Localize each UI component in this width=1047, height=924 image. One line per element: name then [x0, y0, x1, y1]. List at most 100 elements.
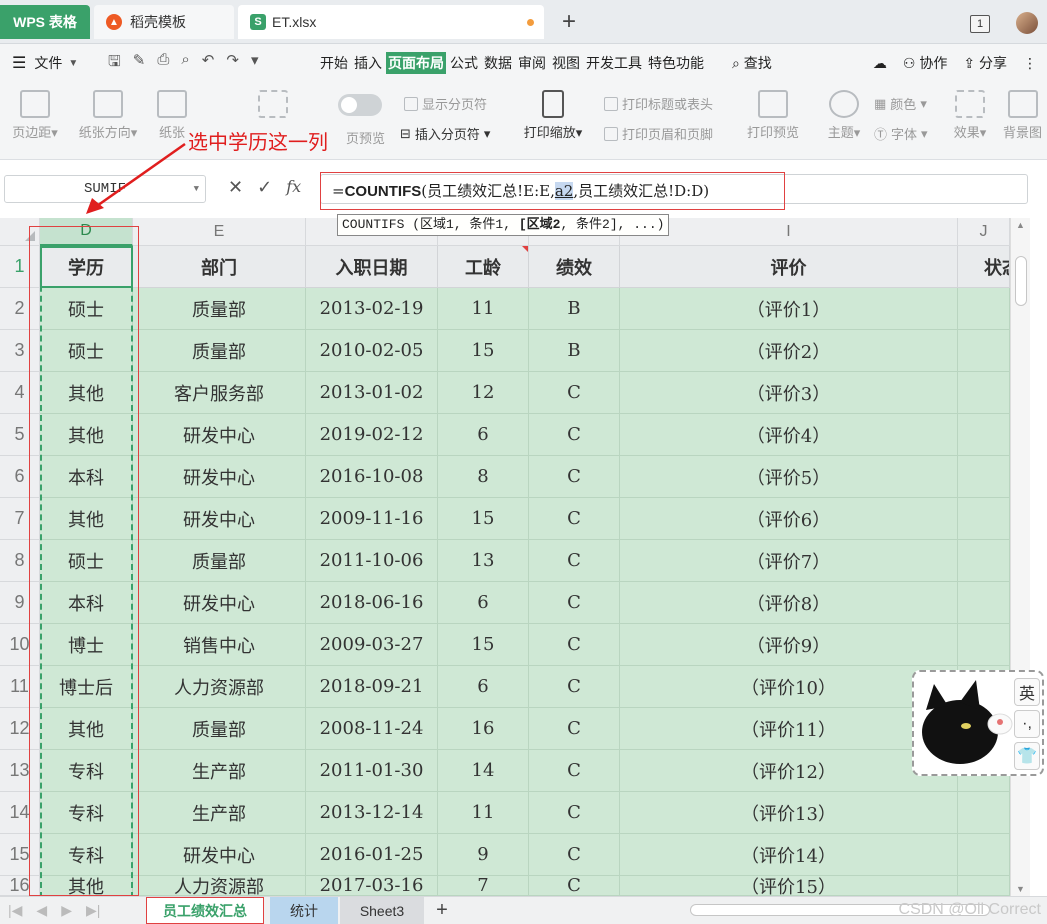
- row-header[interactable]: 4: [0, 372, 40, 414]
- table-cell[interactable]: 硕士: [40, 540, 133, 582]
- row-header[interactable]: 8: [0, 540, 40, 582]
- chevron-down-icon[interactable]: ▼: [194, 184, 199, 194]
- table-cell[interactable]: 专科: [40, 834, 133, 876]
- header-cell[interactable]: 绩效: [529, 246, 620, 288]
- table-cell[interactable]: C: [529, 624, 620, 666]
- table-cell[interactable]: （评价10）: [620, 666, 958, 708]
- table-cell[interactable]: C: [529, 876, 620, 896]
- table-cell[interactable]: （评价14）: [620, 834, 958, 876]
- table-cell[interactable]: C: [529, 372, 620, 414]
- more-icon[interactable]: ⋮: [1023, 55, 1037, 72]
- print-titles-button[interactable]: 打印标题或表头: [604, 94, 713, 113]
- table-cell[interactable]: [958, 330, 1010, 372]
- table-cell[interactable]: C: [529, 708, 620, 750]
- show-page-breaks-checkbox[interactable]: 显示分页符: [404, 94, 487, 113]
- table-cell[interactable]: 研发中心: [133, 456, 306, 498]
- table-cell[interactable]: （评价8）: [620, 582, 958, 624]
- window-count-badge[interactable]: 1: [970, 15, 990, 33]
- table-cell[interactable]: 研发中心: [133, 414, 306, 456]
- table-cell[interactable]: 14: [438, 750, 529, 792]
- table-cell[interactable]: 15: [438, 330, 529, 372]
- table-cell[interactable]: C: [529, 834, 620, 876]
- customize-chevron-icon[interactable]: ▾: [251, 51, 259, 76]
- table-cell[interactable]: C: [529, 540, 620, 582]
- table-cell[interactable]: 本科: [40, 582, 133, 624]
- table-cell[interactable]: 2009-11-16: [306, 498, 438, 540]
- colors-button[interactable]: ▦ 颜色 ▾: [874, 94, 927, 113]
- table-cell[interactable]: [958, 456, 1010, 498]
- tab-data[interactable]: 数据: [482, 52, 514, 74]
- table-cell[interactable]: [958, 498, 1010, 540]
- row-header[interactable]: 6: [0, 456, 40, 498]
- tab-review[interactable]: 审阅: [516, 52, 548, 74]
- table-cell[interactable]: 15: [438, 498, 529, 540]
- table-cell[interactable]: 2011-10-06: [306, 540, 438, 582]
- table-cell[interactable]: [958, 288, 1010, 330]
- row-header[interactable]: 3: [0, 330, 40, 372]
- table-cell[interactable]: [958, 540, 1010, 582]
- table-cell[interactable]: 2013-12-14: [306, 792, 438, 834]
- table-cell[interactable]: C: [529, 582, 620, 624]
- table-cell[interactable]: 8: [438, 456, 529, 498]
- cancel-icon[interactable]: ✕: [228, 177, 243, 198]
- table-cell[interactable]: [958, 876, 1010, 896]
- table-cell[interactable]: （评价12）: [620, 750, 958, 792]
- tab-developer[interactable]: 开发工具: [584, 52, 644, 74]
- insert-function-icon[interactable]: fx: [286, 177, 301, 198]
- sheet-tab-stats[interactable]: 统计: [270, 897, 338, 924]
- insert-page-break-button[interactable]: ⊟ 插入分页符 ▾: [400, 124, 490, 143]
- header-cell[interactable]: 部门: [133, 246, 306, 288]
- tab-file[interactable]: S ET.xlsx: [238, 5, 544, 39]
- confirm-icon[interactable]: ✓: [257, 177, 272, 198]
- tab-templates[interactable]: ▲ 稻壳模板: [94, 5, 234, 39]
- table-cell[interactable]: 销售中心: [133, 624, 306, 666]
- table-cell[interactable]: 质量部: [133, 330, 306, 372]
- table-cell[interactable]: 11: [438, 792, 529, 834]
- prev-sheet-icon[interactable]: ◀: [36, 902, 47, 919]
- table-cell[interactable]: 研发中心: [133, 498, 306, 540]
- effects-button[interactable]: 效果▾: [948, 90, 992, 141]
- table-cell[interactable]: [958, 414, 1010, 456]
- avatar[interactable]: [1016, 12, 1038, 34]
- print-header-footer-button[interactable]: 打印页眉和页脚: [604, 124, 713, 143]
- table-cell[interactable]: [958, 582, 1010, 624]
- theme-button[interactable]: 主题▾: [822, 90, 866, 141]
- table-cell[interactable]: 生产部: [133, 792, 306, 834]
- header-cell[interactable]: 评价: [620, 246, 958, 288]
- print-scale-button[interactable]: 打印缩放▾: [518, 90, 588, 141]
- sheet-tab-summary[interactable]: 员工绩效汇总: [146, 897, 264, 924]
- collab-button[interactable]: ⚇ 协作: [903, 53, 947, 73]
- table-cell[interactable]: （评价9）: [620, 624, 958, 666]
- scroll-up-icon[interactable]: ▲: [1016, 220, 1025, 230]
- table-cell[interactable]: （评价3）: [620, 372, 958, 414]
- margins-button[interactable]: 页边距▾: [6, 90, 64, 141]
- next-sheet-icon[interactable]: ▶: [61, 902, 72, 919]
- table-cell[interactable]: [958, 372, 1010, 414]
- table-cell[interactable]: 2016-10-08: [306, 456, 438, 498]
- print-preview-button[interactable]: 打印预览: [742, 90, 804, 141]
- add-sheet-button[interactable]: +: [430, 897, 454, 924]
- table-cell[interactable]: 其他: [40, 708, 133, 750]
- row-header[interactable]: 10: [0, 624, 40, 666]
- table-cell[interactable]: （评价6）: [620, 498, 958, 540]
- table-cell[interactable]: C: [529, 750, 620, 792]
- redo-icon[interactable]: ↷: [226, 51, 239, 76]
- print-area-button[interactable]: [256, 90, 290, 122]
- table-cell[interactable]: 硕士: [40, 288, 133, 330]
- table-cell[interactable]: [958, 792, 1010, 834]
- share-button[interactable]: ⇪ 分享: [963, 53, 1007, 73]
- header-cell[interactable]: 工龄: [438, 246, 529, 288]
- save-icon[interactable]: 🖫: [108, 51, 121, 76]
- column-header[interactable]: D: [40, 218, 133, 246]
- row-header[interactable]: 16: [0, 875, 40, 896]
- table-cell[interactable]: 质量部: [133, 708, 306, 750]
- table-cell[interactable]: 博士: [40, 624, 133, 666]
- page-preview-toggle[interactable]: [338, 94, 382, 116]
- scroll-down-icon[interactable]: ▼: [1016, 884, 1025, 894]
- table-cell[interactable]: （评价1）: [620, 288, 958, 330]
- print-icon[interactable]: ⎙: [157, 51, 169, 76]
- table-cell[interactable]: 2013-02-19: [306, 288, 438, 330]
- table-cell[interactable]: 专科: [40, 750, 133, 792]
- fonts-button[interactable]: Ⓣ 字体 ▾: [874, 124, 928, 143]
- row-header[interactable]: 9: [0, 582, 40, 624]
